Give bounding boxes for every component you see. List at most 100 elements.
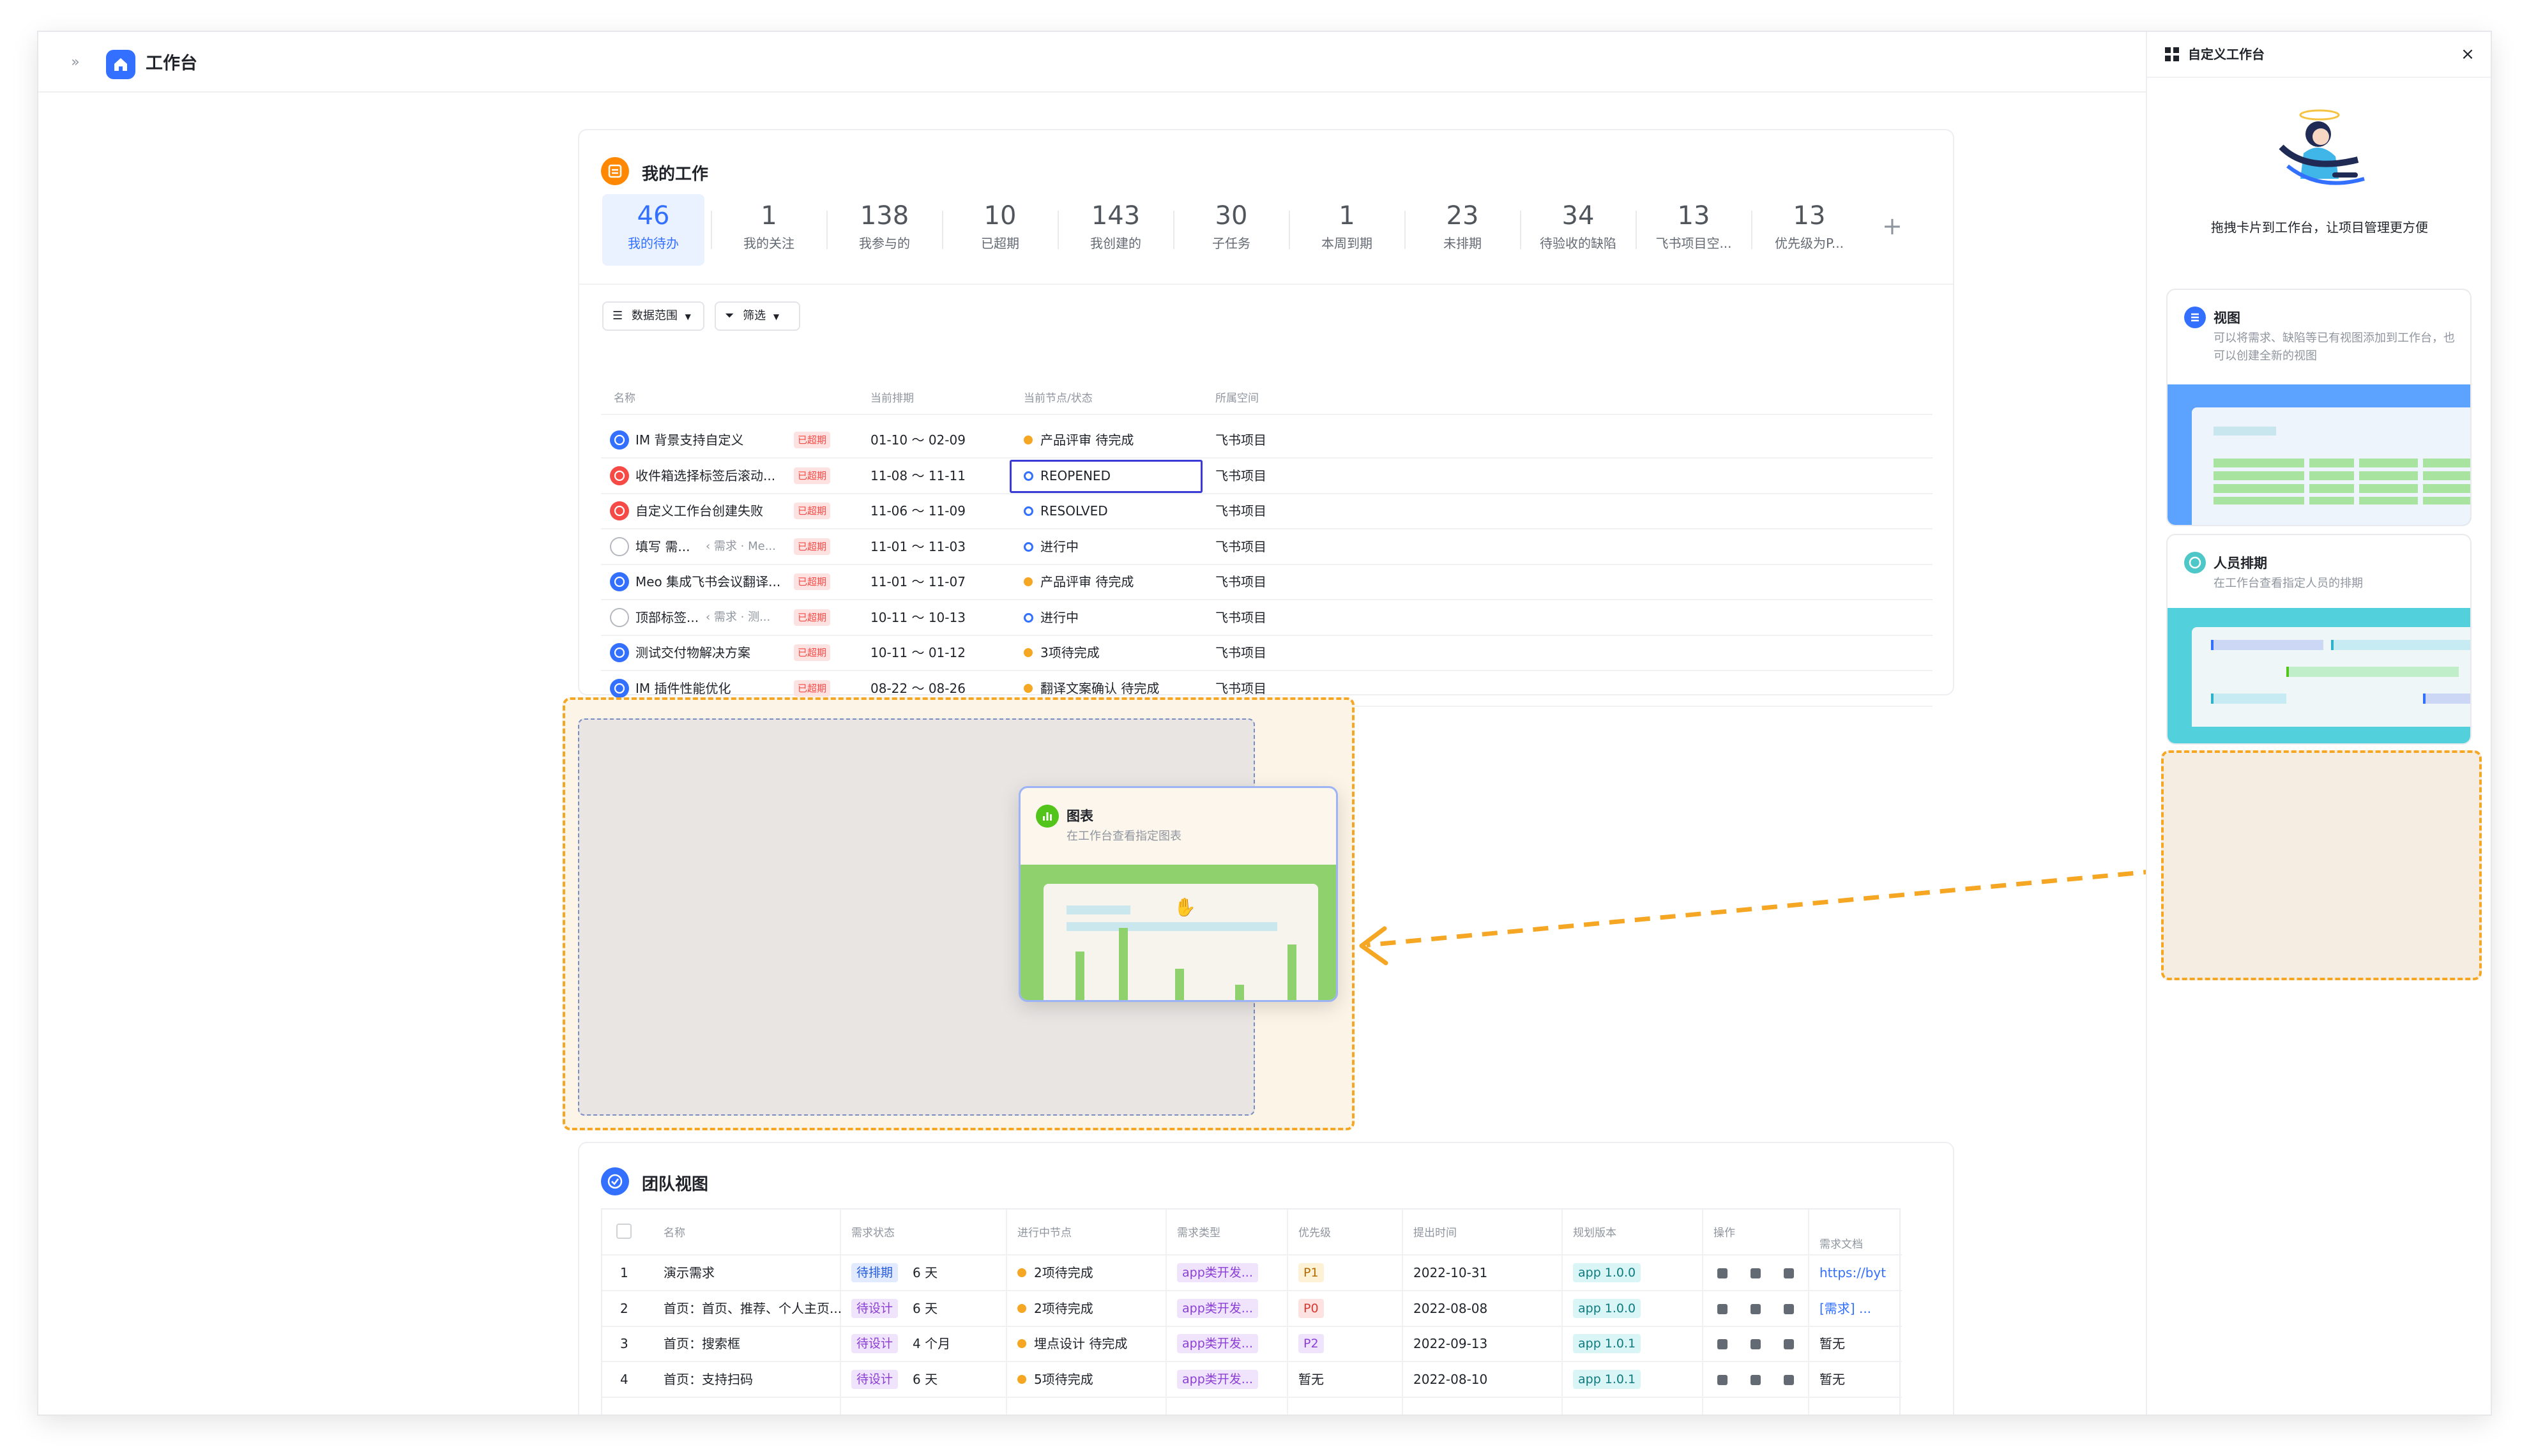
data-scope-button[interactable]: ☰ 数据范围 ▼ [602,301,704,331]
preview-line [1067,922,1277,931]
comment-action-icon[interactable] [1784,1339,1794,1349]
my-work-card: 我的工作 46 我的待办 1 我的关注 138 我参与的 10 已超期 143 我创建的 30 子任务… [578,129,1954,707]
stat-tab-10[interactable]: 13 优先级为P... [1758,194,1860,266]
comment-action-icon[interactable] [1784,1304,1794,1314]
table-row[interactable]: 顶部标签... ‹ 需求 · 测... 已超期 10-11 ～ 10-13 进行中 飞书项… [601,600,1933,636]
stat-tab-3[interactable]: 10 已超期 [949,194,1051,266]
status-age: 4 个月 [913,1336,951,1351]
add-stat-button[interactable]: + [1882,212,1902,240]
link-action-icon[interactable] [1717,1339,1728,1349]
team-column-header: 规划版本 [1573,1227,1616,1240]
priority-empty: 暂无 [1298,1372,1324,1387]
active-node: 2项待完成 [1034,1301,1093,1316]
schedule-range: 01-10 ～ 02-09 [870,432,966,448]
select-all-checkbox[interactable] [616,1224,632,1239]
status-tag: 待设计 [851,1370,899,1389]
table-row[interactable]: 4 首页：支持扫码 待设计 6 天 5项待完成 app类开发... 暂无 2022-08-10… [602,1362,1902,1398]
stat-tab-7[interactable]: 23 未排期 [1411,194,1514,266]
comment-action-icon[interactable] [1784,1375,1794,1385]
requirement-name: 首页：搜索框 [664,1336,740,1351]
my-work-title: 我的工作 [642,165,709,184]
panel-title: 自定义工作台 [2188,47,2265,62]
status-text: 翻译文案确认 待完成 [1040,681,1160,696]
expand-sidebar-button[interactable]: » [63,50,88,75]
widget-card-view[interactable]: 视图 可以将需求、缺陷等已有视图添加到工作台，也可以创建全新的视图 [2166,289,2472,526]
top-bar: » 工作台 [38,32,2146,93]
status-dot-icon [1024,436,1033,444]
customize-panel: 自定义工作台 × 拖拽卡片到工作台，让项目管理更方便 视图 可以将需求、缺陷等已… [2146,32,2491,1414]
link-action-icon[interactable] [1717,1268,1728,1278]
task-name: 填写 需... [635,539,690,554]
schedule-range: 11-06 ～ 11-09 [870,503,966,519]
version-tag: app 1.0.0 [1573,1263,1641,1282]
grid-icon [2164,46,2180,63]
link-action-icon[interactable] [1717,1304,1728,1314]
like-action-icon[interactable] [1751,1268,1761,1278]
version-tag: app 1.0.1 [1573,1370,1641,1389]
story-icon [610,679,629,698]
like-action-icon[interactable] [1751,1304,1761,1314]
requirement-doc: 暂无 [1819,1336,1845,1351]
stat-divider [942,211,943,249]
like-action-icon[interactable] [1751,1375,1761,1385]
filter-button[interactable]: ⏷ 筛选 ▼ [715,301,800,331]
preview-table-block [2214,459,2304,504]
stat-tab-6[interactable]: 1 本周到期 [1296,194,1398,266]
table-row[interactable]: IM 背景支持自定义 已超期 01-10 ～ 02-09 产品评审 待完成 飞书项目 [601,423,1933,459]
overdue-badge: 已超期 [794,644,831,661]
table-row[interactable]: 收件箱选择标签后滚动... 已超期 11-08 ～ 11-11 REOPENED 飞书项… [601,459,1933,494]
stat-tab-0[interactable]: 46 我的待办 [602,194,704,266]
panel-hint: 拖拽卡片到工作台，让项目管理更方便 [2211,220,2428,235]
stat-tab-9[interactable]: 13 飞书项目空... [1643,194,1745,266]
status-age: 6 天 [913,1301,938,1316]
requirement-doc[interactable]: https://byt [1819,1263,1886,1282]
table-row[interactable]: 3 首页：搜索框 待设计 4 个月 埋点设计 待完成 app类开发... P2 2022-09… [602,1326,1902,1362]
chart-preview [1021,865,1336,1000]
stat-tab-2[interactable]: 138 我参与的 [833,194,936,266]
task-name: IM 背景支持自定义 [635,432,744,448]
stat-label: 我的关注 [743,236,794,251]
status-tag: 待排期 [851,1263,899,1282]
stat-tab-1[interactable]: 1 我的关注 [718,194,820,266]
stat-value: 10 [984,201,1017,231]
preview-bar [1287,944,1296,1000]
view-icon [2184,307,2206,328]
link-action-icon[interactable] [1717,1375,1728,1385]
stat-label: 我创建的 [1090,236,1141,251]
widget-title-schedule: 人员排期 [2214,556,2267,571]
stat-divider [1289,211,1290,249]
like-action-icon[interactable] [1751,1339,1761,1349]
table-row[interactable]: 填写 需... ‹ 需求 · Me... 已超期 11-01 ～ 11-03 进行中 飞书… [601,529,1933,565]
schedule-range: 10-11 ～ 10-13 [870,610,966,625]
dragging-chart-card[interactable]: 图表 在工作台查看指定图表 ✋ [1019,786,1338,1002]
stat-label: 我的待办 [628,236,679,251]
table-row[interactable]: 测试交付物解决方案 已超期 10-11 ～ 01-12 3项待完成 飞书项目 [601,635,1933,671]
widget-title-view: 视图 [2214,310,2240,326]
team-view-card: 团队视图 名称 需求状态 进行中节点 需求类型 优先级 提出时间 规划版本 操作 需求文档 1 演… [578,1142,1954,1414]
table-row[interactable]: 自定义工作台创建失败 已超期 11-06 ～ 11-09 RESOLVED 飞书项目 [601,494,1933,529]
stat-label: 已超期 [981,236,1019,251]
status-text: 进行中 [1040,539,1079,554]
schedule-range: 10-11 ～ 01-12 [870,645,966,660]
row-number: 2 [620,1301,628,1316]
schedule-range: 11-08 ～ 11-11 [870,468,966,483]
requirement-doc[interactable]: [需求] ... [1819,1299,1871,1318]
team-column-header: 操作 [1713,1227,1735,1240]
status-circle-icon [610,537,629,556]
widget-card-staff-schedule[interactable]: 人员排期 在工作台查看指定人员的排期 [2166,534,2472,745]
table-row[interactable]: Meo 集成飞书会议翻译... 已超期 11-01 ～ 11-07 产品评审 待完成 飞… [601,565,1933,600]
space-name: 飞书项目 [1215,468,1266,483]
table-row[interactable]: 1 演示需求 待排期 6 天 2项待完成 app类开发... P1 2022-10-31 app… [602,1255,1902,1291]
stat-tab-4[interactable]: 143 我创建的 [1065,194,1167,266]
stat-tab-5[interactable]: 30 子任务 [1180,194,1282,266]
close-icon[interactable]: × [2456,43,2479,66]
stat-tab-8[interactable]: 34 待验收的缺陷 [1527,194,1629,266]
comment-action-icon[interactable] [1784,1268,1794,1278]
task-name: IM 插件性能优化 [635,681,731,696]
stat-divider [1173,211,1174,249]
table-row[interactable]: 2 首页：首页、推荐、个人主页... 待设计 6 天 2项待完成 app类开发... P0 2… [602,1291,1902,1327]
preview-bar [1119,928,1128,1000]
stat-value: 1 [1339,201,1355,231]
status-text: RESOLVED [1040,503,1108,519]
filter-label: 筛选 [743,309,766,322]
